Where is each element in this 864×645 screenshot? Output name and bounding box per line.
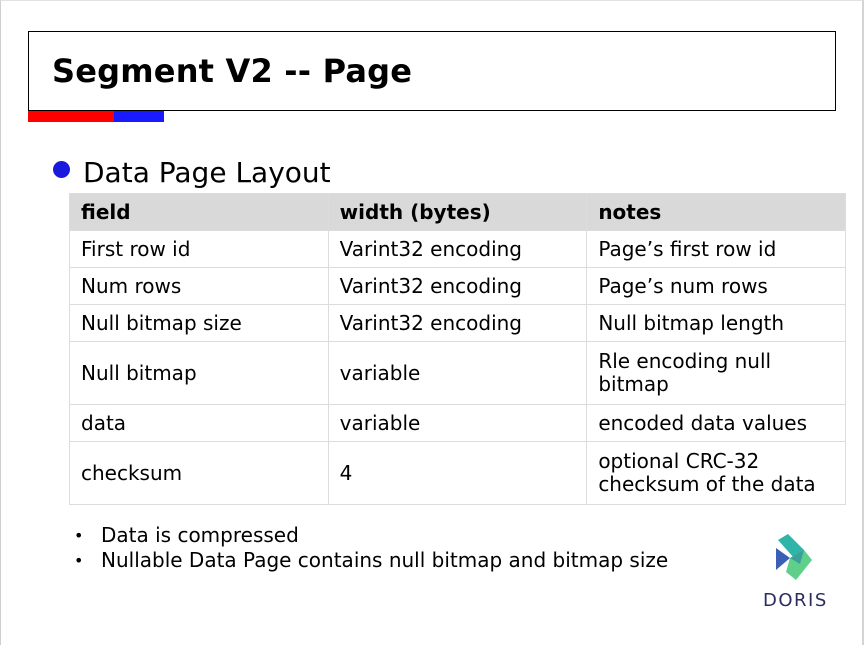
section-heading-text: Data Page Layout xyxy=(83,156,331,189)
table-header-row: field width (bytes) notes xyxy=(69,193,846,231)
logo-text: DORIS xyxy=(763,590,828,611)
doris-logo-icon xyxy=(776,534,812,580)
bullet-icon: • xyxy=(74,526,84,545)
section-heading: Data Page Layout xyxy=(53,156,331,189)
table-cell: Varint32 encoding xyxy=(327,304,588,342)
table-cell: Varint32 encoding xyxy=(327,230,588,268)
table-cell: encoded data values xyxy=(586,404,846,442)
header-field: field xyxy=(69,193,329,231)
table-row: checksum 4 optional CRC-32 checksum of t… xyxy=(69,441,846,505)
header-width: width (bytes) xyxy=(327,193,588,231)
bullet-dot-icon xyxy=(53,161,70,178)
table-cell: 4 xyxy=(327,441,588,505)
table-cell: Page’s first row id xyxy=(586,230,846,268)
list-item: • Data is compressed xyxy=(74,523,668,548)
slide-title: Segment V2 -- Page xyxy=(52,52,413,90)
bullet-icon: • xyxy=(74,551,84,570)
table-cell: Null bitmap xyxy=(69,341,329,405)
table-cell: variable xyxy=(327,404,588,442)
notes-list: • Data is compressed • Nullable Data Pag… xyxy=(74,523,668,573)
table-cell: Num rows xyxy=(69,267,329,305)
table-cell: Page’s num rows xyxy=(586,267,846,305)
table-row: Num rows Varint32 encoding Page’s num ro… xyxy=(69,267,846,305)
table-cell: variable xyxy=(327,341,588,405)
accent-bar-blue xyxy=(114,111,164,122)
list-item: • Nullable Data Page contains null bitma… xyxy=(74,548,668,573)
table-row: Null bitmap size Varint32 encoding Null … xyxy=(69,304,846,342)
table-row: Null bitmap variable Rle encoding null b… xyxy=(69,341,846,405)
table-cell: Null bitmap length xyxy=(586,304,846,342)
table-cell: Rle encoding null bitmap xyxy=(586,341,846,405)
accent-bar-red xyxy=(28,111,114,122)
table-cell: First row id xyxy=(69,230,329,268)
note-text: Data is compressed xyxy=(101,523,299,547)
doris-logo: DORIS xyxy=(756,534,836,614)
table-row: First row id Varint32 encoding Page’s fi… xyxy=(69,230,846,268)
data-page-layout-table: field width (bytes) notes First row id V… xyxy=(69,193,846,505)
table-cell: checksum xyxy=(69,441,329,505)
table-cell: optional CRC-32 checksum of the data xyxy=(586,441,846,505)
slide: Segment V2 -- Page Data Page Layout fiel… xyxy=(0,0,864,645)
table-cell: data xyxy=(69,404,329,442)
note-text: Nullable Data Page contains null bitmap … xyxy=(101,548,669,572)
title-box: Segment V2 -- Page xyxy=(28,31,836,111)
header-notes: notes xyxy=(586,193,846,231)
table-cell: Null bitmap size xyxy=(69,304,329,342)
table-cell: Varint32 encoding xyxy=(327,267,588,305)
table-row: data variable encoded data values xyxy=(69,404,846,442)
